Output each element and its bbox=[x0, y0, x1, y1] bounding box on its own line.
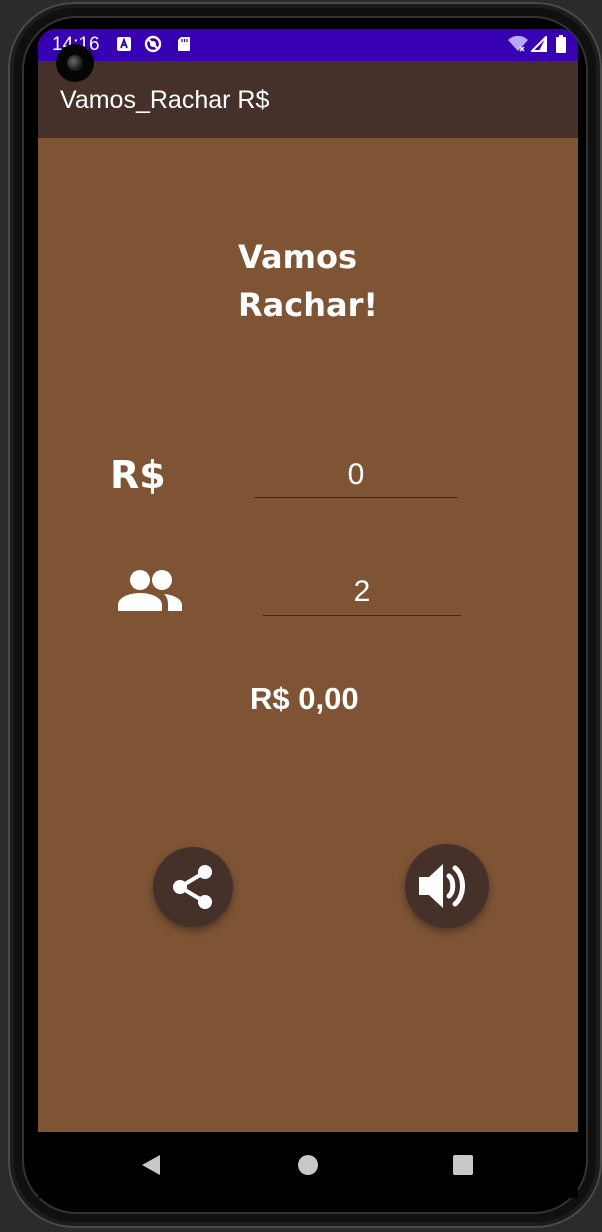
wifi-icon bbox=[508, 36, 528, 52]
people-input[interactable] bbox=[263, 569, 461, 616]
no-disturb-icon bbox=[144, 35, 162, 53]
sound-button[interactable] bbox=[405, 844, 489, 928]
front-camera bbox=[56, 44, 94, 82]
people-icon bbox=[118, 570, 182, 611]
page-heading: Vamos Rachar! bbox=[238, 233, 438, 329]
home-icon[interactable] bbox=[295, 1152, 321, 1178]
recents-icon[interactable] bbox=[450, 1152, 476, 1178]
amount-label: R$ bbox=[110, 453, 166, 497]
navigation-bar bbox=[38, 1132, 578, 1198]
status-bar: 14:16 bbox=[38, 29, 578, 61]
battery-icon bbox=[556, 35, 566, 53]
signal-icon bbox=[531, 36, 547, 52]
app-title: Vamos_Rachar R$ bbox=[60, 86, 270, 114]
heading-line-2: Rachar! bbox=[238, 286, 378, 324]
share-icon bbox=[173, 865, 212, 909]
app-screen: 14:16 Vamos_Rachar R$ Vamos bbox=[38, 29, 578, 1132]
app-bar: Vamos_Rachar R$ bbox=[38, 61, 578, 138]
volume-icon bbox=[419, 864, 465, 908]
heading-line-1: Vamos bbox=[238, 238, 357, 276]
back-icon[interactable] bbox=[138, 1152, 164, 1178]
a-notification-icon bbox=[117, 37, 131, 51]
sd-card-icon bbox=[178, 37, 190, 51]
share-button[interactable] bbox=[153, 847, 233, 927]
amount-input[interactable] bbox=[254, 453, 458, 498]
result-value: R$ 0,00 bbox=[250, 681, 359, 716]
